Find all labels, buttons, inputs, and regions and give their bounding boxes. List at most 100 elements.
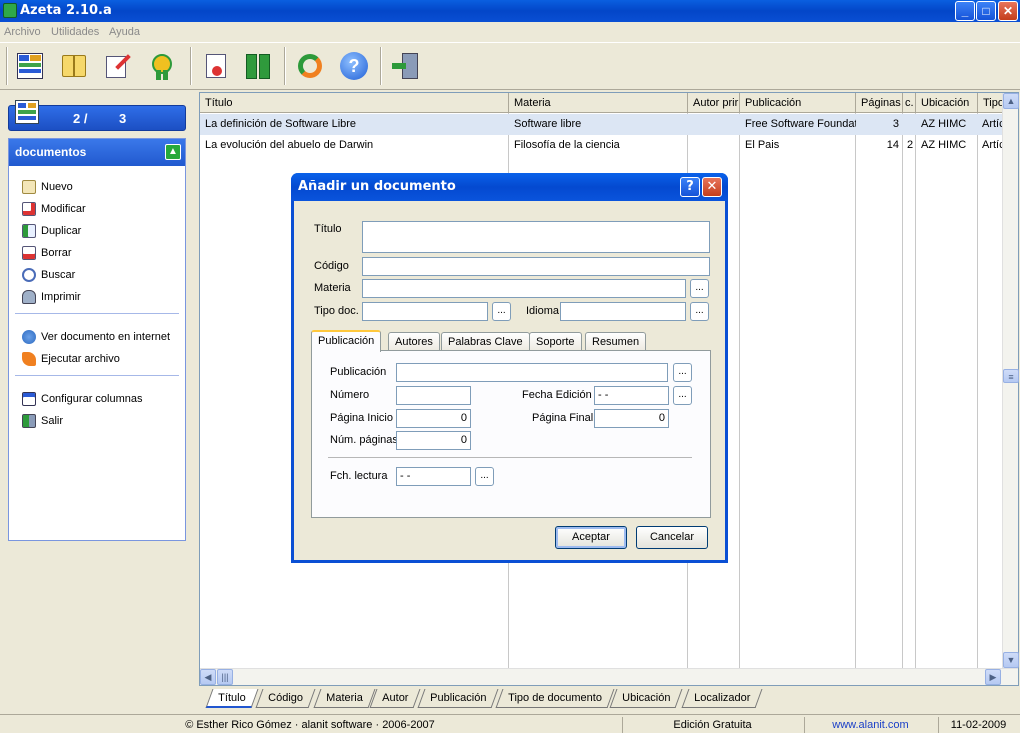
- tab-resumen[interactable]: Resumen: [585, 332, 647, 351]
- fecha-edicion-browse-button[interactable]: ...: [673, 386, 692, 405]
- exit-door-icon[interactable]: [390, 50, 422, 82]
- fch-lectura-field[interactable]: - -: [396, 467, 471, 486]
- fch-lectura-browse-button[interactable]: ...: [475, 467, 494, 486]
- menu-utilidades[interactable]: Utilidades: [51, 26, 99, 38]
- fecha-edicion-field[interactable]: - -: [594, 386, 669, 405]
- materia-label: Materia: [314, 282, 351, 294]
- delete-icon: [22, 246, 36, 260]
- app-icon: [3, 3, 17, 18]
- menu-archivo[interactable]: Archivo: [4, 26, 41, 38]
- status-url-link[interactable]: www.alanit.com: [804, 717, 936, 733]
- sidebar-item-imprimir[interactable]: Imprimir: [9, 286, 185, 308]
- scroll-down-icon[interactable]: ▼: [1003, 652, 1019, 668]
- dialog-help-button[interactable]: ?: [680, 177, 700, 197]
- sidebar-item-buscar[interactable]: Buscar: [9, 264, 185, 286]
- maximize-button[interactable]: □: [976, 1, 996, 21]
- documentos-header[interactable]: documentos ▲: [9, 139, 185, 166]
- sidebar-item-salir[interactable]: Salir: [9, 410, 185, 432]
- binders-icon[interactable]: [242, 50, 274, 82]
- numero-field[interactable]: [396, 386, 471, 405]
- tipo-doc-browse-button[interactable]: ...: [492, 302, 511, 321]
- col-tipo[interactable]: Tipo: [978, 93, 1004, 113]
- idioma-field[interactable]: [560, 302, 686, 321]
- table-row[interactable]: La definición de Software Libre Software…: [200, 114, 1004, 135]
- num-paginas-field[interactable]: 0: [396, 431, 471, 450]
- dialog-body: Título Código Materia ... Tipo doc. ... …: [294, 201, 725, 560]
- col-publicacion[interactable]: Publicación: [740, 93, 856, 113]
- horizontal-scrollbar[interactable]: ◀ ||| ▶: [200, 668, 1018, 685]
- pagina-final-field[interactable]: 0: [594, 409, 669, 428]
- duplicate-icon: [22, 224, 36, 238]
- record-counter: 2 / 3: [8, 100, 186, 131]
- tab-ubicacion[interactable]: Ubicación: [609, 689, 683, 708]
- scroll-right-icon[interactable]: ▶: [985, 669, 1001, 685]
- sidebar-item-borrar[interactable]: Borrar: [9, 242, 185, 264]
- materia-browse-button[interactable]: ...: [690, 279, 709, 298]
- table-row[interactable]: La evolución del abuelo de Darwin Filoso…: [200, 135, 1004, 156]
- scroll-thumb[interactable]: ≡: [1003, 369, 1019, 383]
- status-edition: Edición Gratuita: [622, 717, 802, 733]
- tipo-doc-field[interactable]: [362, 302, 488, 321]
- tab-autores[interactable]: Autores: [388, 332, 440, 351]
- idioma-label: Idioma: [526, 305, 560, 317]
- help-icon[interactable]: ?: [338, 50, 370, 82]
- col-ubicacion[interactable]: Ubicación: [916, 93, 978, 113]
- badge-icon[interactable]: [146, 50, 178, 82]
- close-button[interactable]: ✕: [998, 1, 1018, 21]
- titulo-field[interactable]: [362, 221, 710, 253]
- tab-codigo[interactable]: Código: [255, 689, 316, 708]
- scroll-left-icon[interactable]: ◀: [200, 669, 216, 685]
- tab-tipo-documento[interactable]: Tipo de documento: [495, 689, 615, 708]
- tab-titulo[interactable]: Título: [205, 689, 258, 708]
- tab-materia[interactable]: Materia: [313, 689, 376, 708]
- fecha-edicion-label: Fecha Edición: [522, 389, 592, 401]
- tab-soporte[interactable]: Soporte: [529, 332, 582, 351]
- tab-palabras-clave[interactable]: Palabras Clave: [441, 332, 530, 351]
- refresh-icon[interactable]: [294, 50, 326, 82]
- col-paginas[interactable]: Páginas: [856, 93, 903, 113]
- dialog-close-button[interactable]: ✕: [702, 177, 722, 197]
- cancelar-button[interactable]: Cancelar: [636, 526, 708, 549]
- new-doc-icon: [22, 180, 36, 194]
- col-autor[interactable]: Autor prir: [688, 93, 740, 113]
- publicacion-field[interactable]: [396, 363, 668, 382]
- certificate-icon[interactable]: [200, 50, 232, 82]
- counter-total: 3: [119, 111, 127, 126]
- edit-icon: [22, 202, 36, 216]
- vertical-scrollbar[interactable]: ▲ ≡ ▼: [1002, 93, 1019, 669]
- tab-publicacion[interactable]: Publicación: [417, 689, 499, 708]
- idioma-browse-button[interactable]: ...: [690, 302, 709, 321]
- menu-ayuda[interactable]: Ayuda: [109, 26, 140, 38]
- grid-header: Título Materia Autor prir Publicación Pá…: [200, 93, 1004, 113]
- aceptar-button[interactable]: Aceptar: [555, 526, 627, 549]
- col-materia[interactable]: Materia: [509, 93, 688, 113]
- sidebar-item-duplicar[interactable]: Duplicar: [9, 220, 185, 242]
- table-grid-icon[interactable]: [14, 50, 46, 82]
- publicacion-browse-button[interactable]: ...: [673, 363, 692, 382]
- minimize-button[interactable]: _: [955, 1, 975, 21]
- sidebar-item-nuevo[interactable]: Nuevo: [9, 176, 185, 198]
- pagina-inicio-field[interactable]: 0: [396, 409, 471, 428]
- sidebar-item-configurar[interactable]: Configurar columnas: [9, 388, 185, 410]
- documentos-panel: documentos ▲ Nuevo Modificar Duplicar Bo…: [8, 138, 186, 541]
- materia-field[interactable]: [362, 279, 686, 298]
- edit-pen-icon[interactable]: [102, 50, 134, 82]
- tab-autor[interactable]: Autor: [369, 689, 421, 708]
- col-c[interactable]: c.: [903, 93, 916, 113]
- sidebar-item-ejecutar[interactable]: Ejecutar archivo: [9, 348, 185, 370]
- dialog-title: Añadir un documento: [298, 179, 456, 194]
- hscroll-thumb[interactable]: |||: [217, 669, 233, 685]
- collapse-up-icon[interactable]: ▲: [165, 144, 181, 160]
- sidebar-item-ver-internet[interactable]: Ver documento en internet: [9, 326, 185, 348]
- tab-publicacion-dialog[interactable]: Publicación: [311, 330, 382, 352]
- codigo-field[interactable]: [362, 257, 710, 276]
- tab-localizador[interactable]: Localizador: [681, 689, 763, 708]
- book-icon[interactable]: [58, 50, 90, 82]
- publicacion-label: Publicación: [330, 366, 387, 378]
- col-titulo[interactable]: Título: [200, 93, 509, 113]
- num-paginas-label: Núm. páginas: [330, 434, 398, 446]
- sidebar-item-modificar[interactable]: Modificar: [9, 198, 185, 220]
- publicacion-tab-panel: Publicación ... Número Fecha Edición - -…: [311, 350, 711, 518]
- scroll-up-icon[interactable]: ▲: [1003, 93, 1019, 109]
- run-icon: [22, 352, 36, 366]
